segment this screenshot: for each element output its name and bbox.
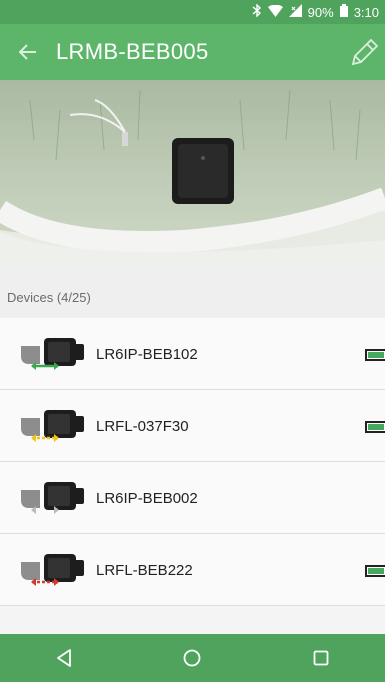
bluetooth-icon bbox=[252, 3, 262, 20]
device-link-bad-icon bbox=[18, 550, 88, 590]
arrow-left-icon[interactable] bbox=[0, 24, 56, 80]
clock: 3:10 bbox=[353, 4, 379, 20]
system-nav-bar bbox=[0, 634, 385, 682]
battery-status-icon bbox=[365, 565, 385, 577]
battery-icon bbox=[339, 4, 348, 20]
device-link-none-icon bbox=[18, 478, 88, 518]
recents-square-icon[interactable] bbox=[291, 638, 351, 678]
battery-status-icon bbox=[365, 421, 385, 433]
device-link-weak-icon bbox=[18, 406, 88, 446]
battery-percent: 90% bbox=[307, 4, 334, 20]
device-name: LR6IP-BEB102 bbox=[96, 346, 198, 363]
device-name: LRFL-037F30 bbox=[96, 418, 189, 435]
device-name: LR6IP-BEB002 bbox=[96, 490, 198, 507]
device-name: LRFL-BEB222 bbox=[96, 562, 193, 579]
battery-status-icon bbox=[365, 349, 385, 361]
hero-image bbox=[0, 80, 385, 268]
device-row[interactable]: LR6IP-BEB102 bbox=[0, 318, 385, 390]
home-circle-icon[interactable] bbox=[162, 638, 222, 678]
back-triangle-icon[interactable] bbox=[34, 638, 94, 678]
signal-icon bbox=[288, 4, 302, 20]
app-bar: LRMB-BEB005 bbox=[0, 24, 385, 80]
device-link-good-icon bbox=[18, 334, 88, 374]
status-bar: 90% 3:10 bbox=[0, 0, 385, 24]
page-title: LRMB-BEB005 bbox=[56, 39, 209, 64]
device-row[interactable]: LR6IP-BEB002 bbox=[0, 462, 385, 534]
device-row[interactable]: LRFL-BEB222 bbox=[0, 534, 385, 606]
devices-count-label: Devices (4/25) bbox=[7, 290, 91, 305]
device-row[interactable]: LRFL-037F30 bbox=[0, 390, 385, 462]
wifi-icon bbox=[267, 4, 283, 20]
pencil-icon[interactable] bbox=[349, 36, 381, 68]
device-list: LR6IP-BEB102 LRFL-037F30 LR6IP-BEB002 LR… bbox=[0, 318, 385, 606]
